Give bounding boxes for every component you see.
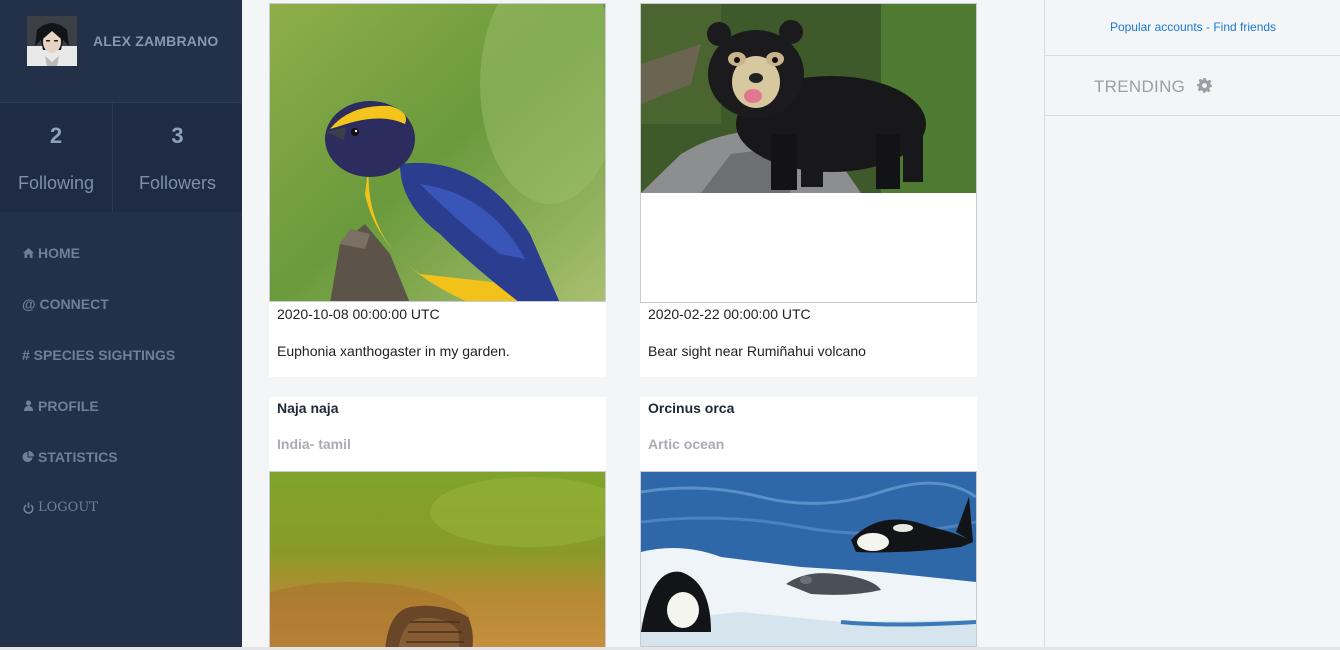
find-friends-link[interactable]: Find friends	[1213, 20, 1276, 34]
followers-stat[interactable]: 3 Followers	[113, 103, 242, 212]
power-icon	[22, 502, 34, 514]
user-name[interactable]: ALEX ZAMBRANO	[93, 33, 218, 49]
nav-connect-label: @ CONNECT	[22, 295, 109, 312]
avatar[interactable]	[27, 16, 77, 66]
trending-panel: TRENDING	[1045, 56, 1340, 116]
followers-label: Followers	[138, 173, 217, 193]
post-date: 2020-10-08 00:00:00 UTC	[277, 306, 440, 322]
sighting-card: Naja naja India- tamil	[269, 397, 606, 650]
stats-panel: 2 Following 3 Followers	[0, 103, 242, 212]
sidebar: ALEX ZAMBRANO 2 Following 3 Followers HO…	[0, 0, 242, 650]
nav-home[interactable]: HOME	[0, 227, 242, 278]
popular-accounts-link[interactable]: Popular accounts	[1110, 20, 1203, 34]
nav-species-sightings[interactable]: # SPECIES SIGHTINGS	[0, 329, 242, 380]
nav-logout[interactable]: LOGOUT	[0, 482, 242, 533]
following-stat[interactable]: 2 Following	[0, 103, 113, 212]
account-links: Popular accounts - Find friends	[1045, 0, 1340, 56]
nav-connect[interactable]: @ CONNECT	[0, 278, 242, 329]
nav-statistics-label: STATISTICS	[38, 448, 118, 465]
species-name[interactable]: Naja naja	[277, 400, 338, 416]
following-count: 2	[49, 123, 63, 148]
gear-icon[interactable]	[1197, 78, 1212, 98]
sighting-location: Artic ocean	[648, 436, 725, 452]
post-card: 2020-10-08 00:00:00 UTC Euphonia xanthog…	[269, 3, 606, 377]
nav-logout-label: LOGOUT	[38, 500, 98, 515]
nav-statistics[interactable]: STATISTICS	[0, 431, 242, 482]
sighting-photo-cobra[interactable]	[269, 471, 606, 650]
sighting-photo-orca[interactable]	[640, 471, 977, 647]
home-icon	[22, 247, 34, 258]
post-photo-bear[interactable]	[640, 3, 977, 303]
main-nav: HOME @ CONNECT # SPECIES SIGHTINGS PROFI…	[0, 227, 242, 533]
user-panel: ALEX ZAMBRANO	[0, 0, 242, 103]
post-caption: Bear sight near Rumiñahui volcano	[648, 343, 866, 359]
post-card: 2020-02-22 00:00:00 UTC Bear sight near …	[640, 3, 977, 377]
right-panel: Popular accounts - Find friends TRENDING	[1044, 0, 1340, 650]
nav-home-label: HOME	[38, 244, 80, 261]
post-photo-bird[interactable]	[269, 3, 606, 302]
following-label: Following	[17, 173, 95, 193]
species-name[interactable]: Orcinus orca	[648, 400, 734, 416]
sighting-card: Orcinus orca Artic ocean	[640, 397, 977, 650]
link-separator: -	[1202, 20, 1214, 34]
nav-profile[interactable]: PROFILE	[0, 380, 242, 431]
nav-profile-label: PROFILE	[38, 397, 99, 414]
pie-chart-icon	[22, 450, 34, 463]
trending-title: TRENDING	[1094, 77, 1186, 96]
nav-species-sightings-label: # SPECIES SIGHTINGS	[22, 346, 176, 363]
user-icon	[22, 400, 34, 411]
post-date: 2020-02-22 00:00:00 UTC	[648, 306, 811, 322]
sighting-location: India- tamil	[277, 436, 351, 452]
followers-count: 3	[171, 123, 184, 148]
post-caption: Euphonia xanthogaster in my garden.	[277, 343, 510, 359]
